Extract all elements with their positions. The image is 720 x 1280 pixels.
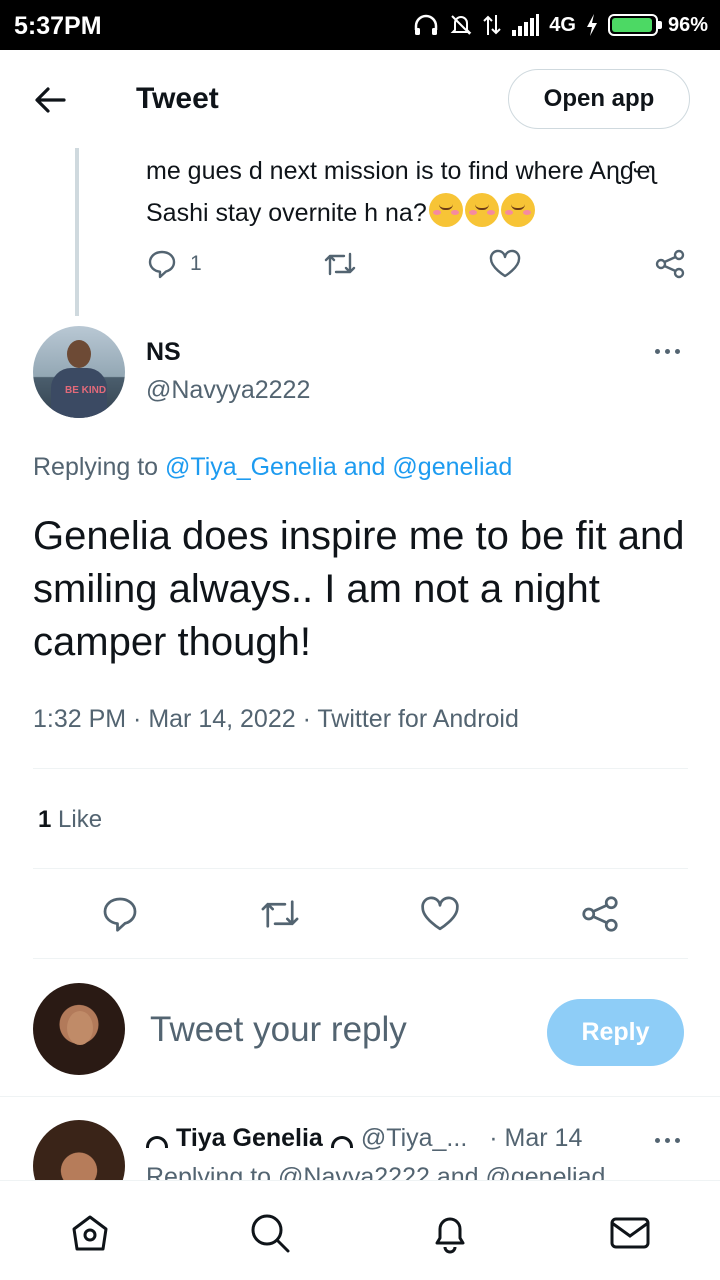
parent-tweet-actions: 1 [146,248,694,284]
parent-share-button[interactable] [654,248,686,280]
mention-separator: and [343,453,386,481]
retweet-button[interactable] [256,890,304,938]
smiling-face-icon [500,193,535,227]
bell-icon [435,1217,465,1254]
home-icon [72,1215,108,1251]
divider [33,768,688,769]
battery-percent: 96% [667,13,708,36]
page-title: Tweet [136,82,219,115]
parent-tweet-body: me gues d next mission is to find where … [146,157,656,227]
reply-date: · Mar 14 [489,1124,583,1152]
reply-author-handle[interactable]: @Tiya_... [361,1124,467,1153]
share-icon [655,249,685,279]
arc-icon [330,1135,353,1148]
avatar-shirt-text: BE KIND [65,385,107,396]
signal-icon [512,14,540,36]
author-avatar[interactable]: BE KIND [33,326,125,418]
nav-notifications[interactable] [428,1211,472,1255]
like-count: 1 [38,806,52,833]
top-bar: Tweet Open app [0,50,720,148]
author-handle[interactable]: @Navyya2222 [146,376,310,405]
replying-prefix: Replying to [33,453,159,481]
retweet-icon [324,252,356,276]
open-app-button[interactable]: Open app [508,69,690,129]
status-time: 5:37PM [14,12,102,40]
bottom-nav [0,1180,720,1280]
comment-icon [148,250,176,279]
notifications-off-icon [450,15,472,35]
reply-more-options-button[interactable] [655,1134,687,1146]
mention-link[interactable]: @Tiya_Genelia [165,453,337,481]
like-count-link[interactable]: 1 Like [38,806,102,834]
reply-header: Tiya Genelia @Tiya_... · Mar 14 [146,1124,582,1153]
parent-retweet-button[interactable] [322,248,358,280]
heart-icon [421,896,459,931]
thread-line [75,148,79,316]
tweet-text: Genelia does inspire me to be fit and sm… [33,514,685,664]
divider [33,958,688,959]
avatar-figure-head [67,340,91,368]
nav-home[interactable] [68,1211,112,1255]
parent-reply-button[interactable]: 1 [146,248,202,280]
arc-icon [146,1135,168,1148]
search-icon [251,1214,290,1253]
parent-tweet-text: me gues d next mission is to find where … [146,150,706,234]
divider [0,1096,720,1097]
reply-button[interactable] [96,890,144,938]
network-type: 4G [549,13,576,36]
divider [33,868,688,869]
reply-input[interactable]: Tweet your reply [150,1010,407,1050]
status-icons: 4G 96% [413,10,708,40]
heart-icon [489,249,521,278]
replying-to: Replying to @Tiya_Genelia and @geneliad [33,453,512,482]
reply-submit-button[interactable]: Reply [547,999,684,1066]
tweet-meta: 1:32 PM · Mar 14, 2022 · Twitter for And… [33,705,519,733]
nav-messages[interactable] [608,1211,652,1255]
tweet-actions [0,890,720,938]
battery-level [611,18,653,32]
data-transfer-icon [483,15,501,35]
share-icon [582,896,618,932]
parent-reply-count: 1 [190,252,202,275]
reply-author-name[interactable]: Tiya Genelia [176,1124,323,1153]
comment-icon [103,897,137,932]
battery-icon [607,14,662,36]
smiling-face-icon [464,193,499,227]
share-button[interactable] [576,890,624,938]
parent-like-button[interactable] [488,248,522,280]
status-bar: 5:37PM 4G 96% [0,0,720,50]
more-options-button[interactable] [655,345,687,357]
mail-icon [610,1217,650,1249]
like-label: Like [58,806,103,833]
current-user-avatar [33,983,125,1075]
charging-icon [586,14,597,36]
arrow-left-icon [35,87,66,113]
headphones-icon [415,14,438,35]
smiling-face-icon [428,193,463,227]
like-button[interactable] [416,890,464,938]
author-name[interactable]: NS [146,338,181,367]
back-button[interactable] [30,80,70,120]
retweet-icon [261,900,299,928]
nav-search[interactable] [248,1211,292,1255]
mention-link[interactable]: @geneliad [392,453,512,481]
